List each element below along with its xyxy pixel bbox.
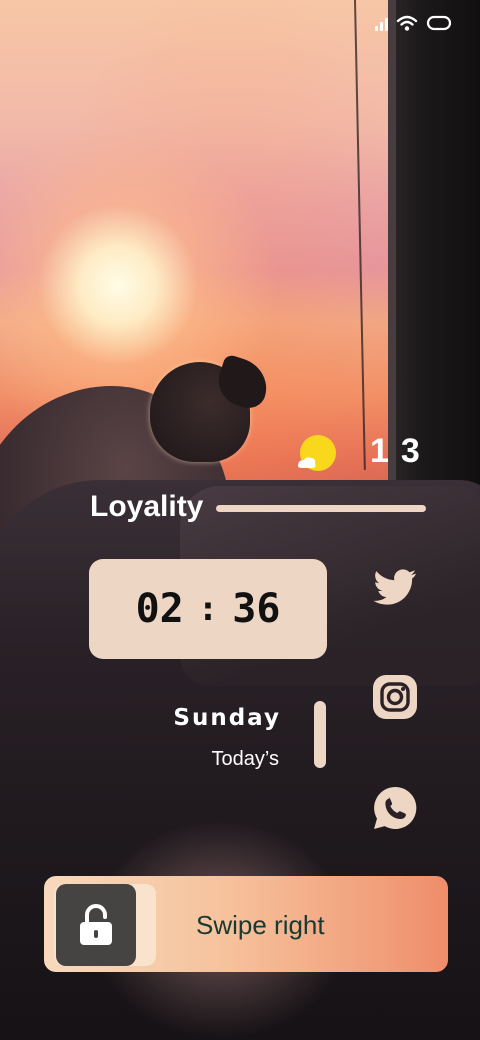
swipe-unlock-track[interactable]: Swipe right — [44, 876, 448, 972]
today-label: Today’s — [211, 748, 279, 770]
widget-title: Loyality — [90, 490, 204, 523]
swipe-unlock-handle[interactable] — [56, 884, 136, 966]
twitter-icon[interactable] — [371, 563, 419, 611]
whatsapp-icon[interactable] — [371, 784, 419, 832]
status-bar — [375, 14, 452, 32]
date-number: 13 — [370, 432, 432, 470]
wifi-icon — [396, 15, 418, 31]
title-underline-bar — [216, 505, 426, 512]
clock-widget[interactable]: 02 : 36 — [89, 559, 327, 659]
sun-behind-cloud-icon — [298, 435, 336, 471]
day-label: Sunday — [173, 705, 281, 731]
swipe-unlock-label: Swipe right — [196, 910, 325, 940]
signal-bars-icon — [375, 15, 388, 31]
clock-minutes: 36 — [232, 586, 281, 632]
clock-separator: : — [197, 589, 219, 629]
day-accent-bar — [314, 701, 326, 768]
lock-screen: 13 Loyality 02 : 36 Sunday Today’s Swipe… — [0, 0, 480, 1040]
unlocked-padlock-icon — [80, 904, 112, 945]
battery-icon — [426, 15, 452, 31]
clock-hours: 02 — [135, 586, 184, 632]
instagram-icon[interactable] — [371, 673, 419, 721]
